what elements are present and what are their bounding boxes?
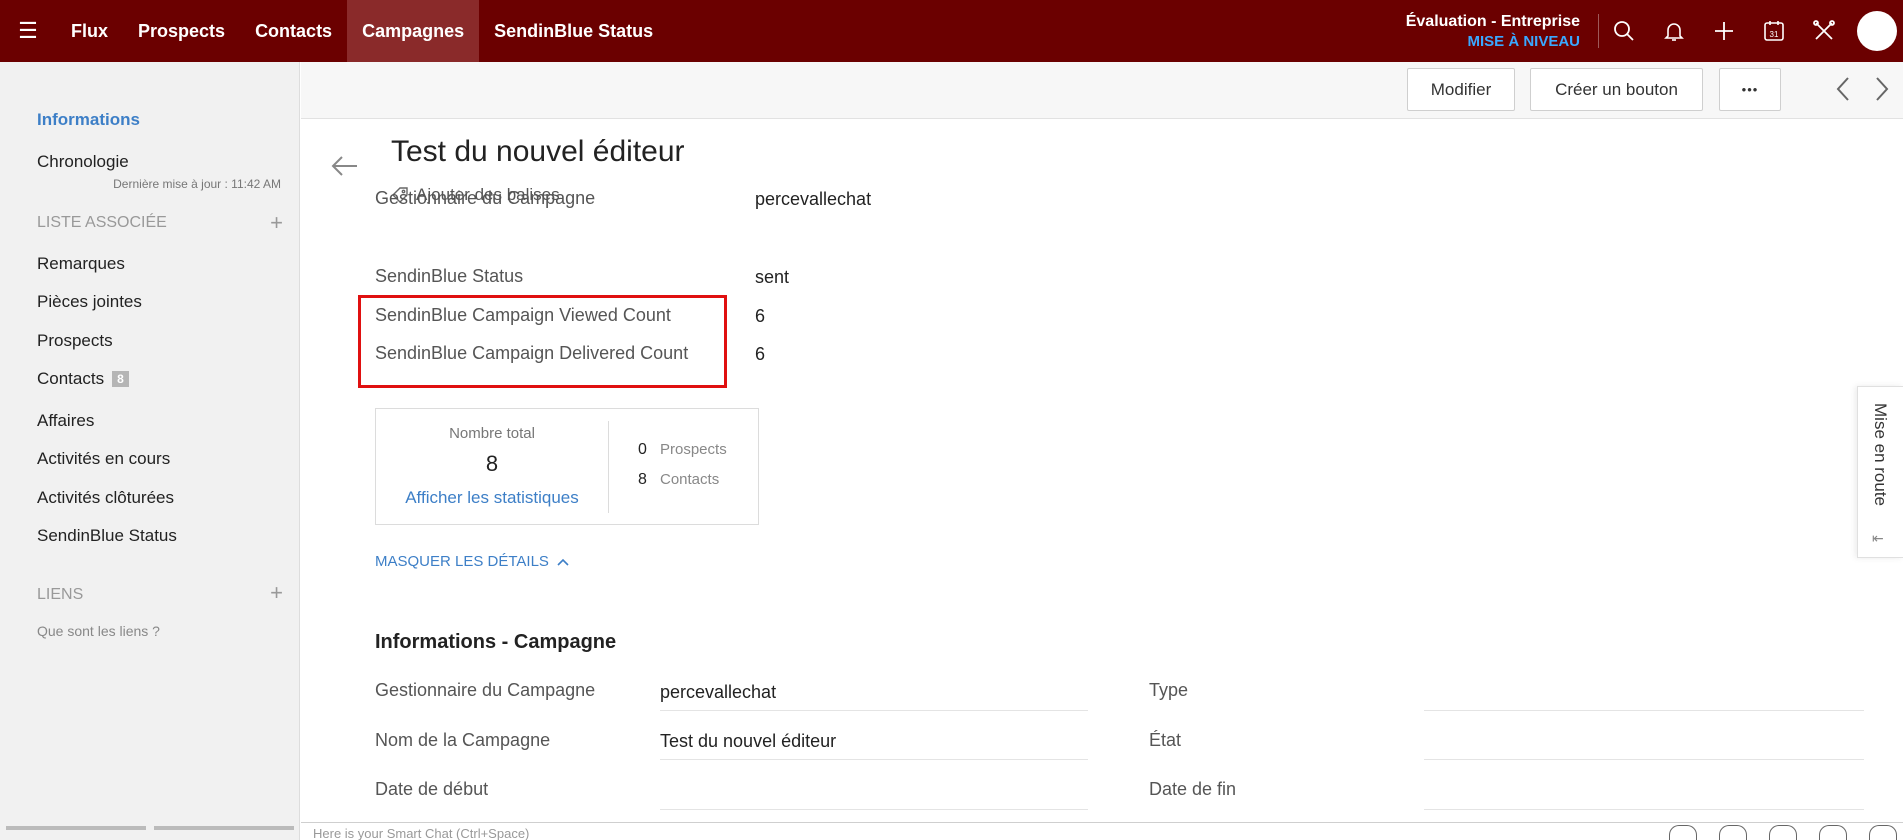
nav-campagnes[interactable]: Campagnes (347, 0, 480, 62)
sidebar-item-contacts[interactable]: Contacts 8 (37, 369, 129, 389)
sidebar-item-pieces-jointes[interactable]: Pièces jointes (37, 292, 142, 312)
search-icon[interactable] (1599, 0, 1649, 62)
related-list-heading: LISTE ASSOCIÉE (37, 214, 167, 231)
sidebar-item-prospects[interactable]: Prospects (37, 331, 113, 351)
last-update-text: Dernière mise à jour : 11:42 AM (113, 177, 281, 191)
stats-contacts-row: 8 Contacts (638, 471, 719, 489)
links-heading: LIENS (37, 586, 84, 603)
robot-icon[interactable] (1719, 825, 1747, 840)
back-arrow-icon[interactable] (331, 155, 359, 182)
sidebar-item-remarques[interactable]: Remarques (37, 254, 125, 274)
stats-prospects-row: 0 Prospects (638, 441, 727, 459)
edit-button[interactable]: Modifier (1407, 68, 1515, 111)
stats-prospects-count: 0 (638, 441, 647, 458)
stats-prospects-label: Prospects (660, 441, 727, 458)
summary-label-sendinblue-status: SendinBlue Status (375, 266, 524, 286)
summary-label-manager: Gestionnaire du Campagne (375, 188, 596, 208)
upgrade-link[interactable]: MISE À NIVEAU (1406, 33, 1580, 50)
chevron-up-icon (557, 558, 569, 566)
field-label-manager: Gestionnaire du Campagne (375, 680, 596, 700)
campaign-stats-card: Nombre total 8 Afficher les statistiques… (375, 408, 759, 525)
chat-tab[interactable] (6, 826, 146, 840)
bottom-icons (1669, 825, 1897, 840)
field-label-state: État (1149, 730, 1182, 750)
field-divider (660, 759, 1088, 760)
count-badge: 8 (112, 371, 129, 387)
summary-value-manager: percevallechat (755, 189, 872, 209)
collapse-icon: ⇤ (1872, 530, 1884, 546)
summary-value-delivered-count: 6 (755, 344, 766, 364)
stats-divider (608, 421, 609, 513)
plus-icon[interactable] (1699, 0, 1749, 62)
add-related-list-icon[interactable]: + (270, 212, 283, 234)
hamburger-menu-icon[interactable]: ☰ (0, 0, 56, 62)
tools-icon[interactable] (1799, 0, 1849, 62)
cloud-icon[interactable] (1769, 825, 1797, 840)
nav-sendinblue-status[interactable]: SendinBlue Status (479, 0, 668, 62)
alarm-icon[interactable] (1819, 825, 1847, 840)
record-detail-main: Test du nouvel éditeur Ajouter des balis… (301, 119, 1903, 822)
left-sidebar: Informations Chronologie Dernière mise à… (0, 62, 300, 840)
trial-info: Évaluation - Entreprise MISE À NIVEAU (1405, 12, 1599, 50)
more-options-button[interactable]: ••• (1719, 68, 1781, 111)
field-divider (660, 710, 1088, 711)
previous-record-icon[interactable] (1835, 76, 1851, 108)
field-value-manager[interactable]: percevallechat (660, 682, 776, 703)
record-action-bar: Modifier Créer un bouton ••• (301, 62, 1903, 119)
stats-total-panel: Nombre total 8 Afficher les statistiques (376, 409, 608, 524)
contacts-tab[interactable] (154, 826, 294, 840)
sidebar-bottom-tabs (0, 826, 300, 840)
field-divider (1424, 710, 1864, 711)
sidebar-item-informations[interactable]: Informations (37, 110, 140, 130)
stats-total-value: 8 (485, 451, 499, 476)
sidebar-item-label: Contacts (37, 369, 105, 388)
stats-contacts-count: 8 (638, 471, 647, 488)
game-icon[interactable] (1669, 825, 1697, 840)
highlight-box (358, 295, 727, 388)
summary-value-viewed-count: 6 (755, 306, 766, 326)
bell-icon[interactable] (1649, 0, 1699, 62)
next-record-icon[interactable] (1874, 76, 1890, 108)
sidebar-item-affaires[interactable]: Affaires (37, 411, 94, 431)
expand-icon[interactable] (1869, 825, 1897, 840)
nav-prospects[interactable]: Prospects (123, 0, 240, 62)
top-right-controls: Évaluation - Entreprise MISE À NIVEAU 31 (1406, 0, 1903, 62)
nav-flux[interactable]: Flux (56, 0, 123, 62)
field-divider (1424, 809, 1864, 810)
smart-chat-bar: Here is your Smart Chat (Ctrl+Space) (301, 822, 1903, 840)
field-label-type: Type (1149, 680, 1189, 700)
field-label-campaign-name: Nom de la Campagne (375, 730, 551, 750)
getting-started-tab[interactable]: Mise en route ⇤ (1857, 386, 1903, 558)
section-title: Informations - Campagne (375, 631, 617, 653)
avatar[interactable] (1857, 11, 1897, 51)
sidebar-item-activites-en-cours[interactable]: Activités en cours (37, 449, 170, 469)
hide-details-toggle[interactable]: MASQUER LES DÉTAILS (375, 553, 569, 570)
stats-caption: Nombre total (449, 425, 535, 442)
field-label-start-date: Date de début (375, 779, 489, 799)
page-title: Test du nouvel éditeur (391, 135, 685, 168)
links-help-link[interactable]: Que sont les liens ? (37, 623, 160, 639)
sidebar-item-chronologie[interactable]: Chronologie (37, 152, 129, 172)
view-statistics-link[interactable]: Afficher les statistiques (376, 488, 608, 508)
calendar-day: 31 (1770, 30, 1779, 39)
summary-value-sendinblue-status: sent (755, 267, 790, 287)
calendar-icon[interactable]: 31 (1749, 0, 1799, 62)
field-divider (660, 809, 1088, 810)
add-link-icon[interactable]: + (270, 582, 283, 604)
hide-details-label: MASQUER LES DÉTAILS (375, 553, 549, 570)
sidebar-item-sendinblue-status[interactable]: SendinBlue Status (37, 526, 177, 546)
field-label-end-date: Date de fin (1149, 779, 1237, 799)
trial-title: Évaluation - Entreprise (1405, 12, 1580, 30)
getting-started-label: Mise en route (1871, 403, 1890, 506)
stats-contacts-label: Contacts (660, 471, 720, 488)
smart-chat-input[interactable]: Here is your Smart Chat (Ctrl+Space) (313, 826, 529, 840)
field-value-campaign-name[interactable]: Test du nouvel éditeur (660, 731, 836, 752)
top-navigation-bar: ☰ Flux Prospects Contacts Campagnes Send… (0, 0, 1903, 62)
field-divider (1424, 759, 1864, 760)
create-button-button[interactable]: Créer un bouton (1530, 68, 1703, 111)
nav-contacts[interactable]: Contacts (240, 0, 347, 62)
sidebar-item-activites-cloturees[interactable]: Activités clôturées (37, 488, 174, 508)
